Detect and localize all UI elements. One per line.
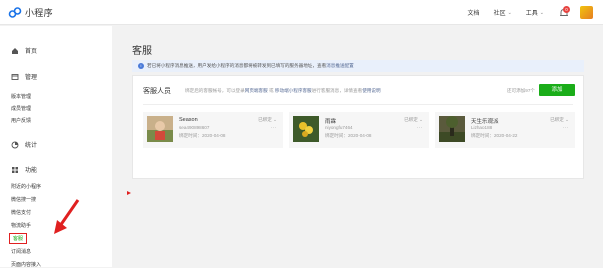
sidebar-item-pay[interactable]: 微信支付 [11, 209, 31, 216]
usage-guide-link[interactable]: 使用说明 [362, 88, 380, 93]
miniprogram-logo-icon [8, 7, 22, 18]
sidebar-group-features[interactable]: 功能 [11, 165, 37, 174]
chevron-down-icon: ⌄ [507, 9, 512, 16]
agent-avatar [293, 116, 319, 142]
tools-menu[interactable]: 工具 ⌄ [525, 8, 544, 18]
panel-description: 绑定后的客服帐号，可以登录网页端客服 或 移动端小程序客服进行客服消息，详情查看… [185, 88, 381, 94]
manage-icon [11, 73, 19, 80]
agent-bind-time: 绑定时间：2020-04-22 [471, 133, 518, 138]
agent-bind-time: 绑定时间：2020-04-08 [325, 133, 372, 138]
agent-name: 天生乐观派 [471, 119, 499, 125]
agent-card: Season sea490898607 绑定时间：2020-04-08 已绑定 … [143, 112, 283, 148]
sidebar-item-search[interactable]: 微信搜一搜 [11, 196, 36, 203]
notice-text: 若已将小程序消息推送，用户发给小程序的消息都将被转发到已填写的服务器地址，查看 [147, 63, 327, 68]
agent-status-dropdown[interactable]: 已绑定 ⌄ [404, 117, 423, 123]
sidebar-group-label: 管理 [25, 75, 38, 81]
message-push-config-link[interactable]: 消息推送配置 [326, 63, 354, 69]
agent-avatar [147, 116, 173, 142]
more-icon[interactable]: ··· [417, 125, 424, 131]
desc-text: 绑定后的客服帐号，可以登录 [185, 88, 245, 93]
page-title: 客服 [132, 46, 152, 57]
sidebar-item-nearby[interactable]: 附近的小程序 [11, 183, 41, 190]
more-icon[interactable]: ··· [563, 125, 570, 131]
tools-label: 工具 [525, 11, 538, 17]
stats-icon [11, 141, 19, 148]
app-title: 小程序 [25, 8, 53, 18]
main-content: 客服 i 若已将小程序消息推送，用户发给小程序的消息都将被转发到已填写的服务器地… [112, 26, 603, 267]
add-agent-button[interactable]: 添加 [539, 84, 575, 96]
agent-avatar [439, 116, 465, 142]
community-label: 社区 [493, 11, 506, 17]
notice-bar: i 若已将小程序消息推送，用户发给小程序的消息都将被转发到已填写的服务器地址，查… [132, 60, 584, 72]
agent-card: 雨霖 niyongfu7464 绑定时间：2020-04-08 已绑定 ⌄ ··… [289, 112, 429, 148]
more-icon[interactable]: ··· [271, 125, 278, 131]
docs-link[interactable]: 文档 [468, 8, 480, 17]
notification-button[interactable]: 0 [558, 5, 570, 19]
account-avatar[interactable] [580, 6, 593, 19]
sidebar: 首页 管理 版本管理 成员管理 用户反馈 统计 功能 附近的小程序 微信搜一搜 … [0, 26, 112, 268]
app-logo[interactable]: 小程序 [8, 6, 53, 19]
mobile-service-link[interactable]: 移动端小程序客服 [275, 88, 312, 93]
sidebar-item-label: 统计 [25, 143, 38, 149]
sidebar-item-stats[interactable]: 统计 [11, 140, 37, 149]
notification-count-badge: 0 [563, 5, 570, 13]
sidebar-item-label: 首页 [25, 49, 38, 55]
agent-bind-time: 绑定时间：2020-04-08 [179, 133, 226, 138]
chevron-down-icon: ⌄ [539, 9, 544, 16]
desc-text: 进行客服消息，详情查看 [311, 88, 363, 93]
sidebar-item-version[interactable]: 版本管理 [11, 93, 31, 100]
top-bar: 小程序 文档 社区 ⌄ 工具 ⌄ 0 [0, 0, 603, 25]
sidebar-group-manage[interactable]: 管理 [11, 72, 37, 81]
sidebar-item-customer-service[interactable]: 客服 [9, 233, 28, 244]
community-menu[interactable]: 社区 ⌄ [493, 8, 512, 18]
panel-title: 客服人员 [143, 88, 171, 95]
divider [143, 104, 573, 105]
sidebar-item-logistics[interactable]: 物流助手 [11, 222, 31, 229]
top-nav: 文档 社区 ⌄ 工具 ⌄ 0 [468, 0, 603, 25]
agent-name: Season [179, 117, 198, 123]
desc-text: 或 [269, 88, 274, 93]
sidebar-item-members[interactable]: 成员管理 [11, 105, 31, 112]
agent-wechat-id: sea490898607 [179, 125, 210, 130]
sidebar-group-label: 功能 [25, 168, 38, 174]
web-service-link[interactable]: 网页端客服 [245, 88, 268, 93]
agents-panel: 客服人员 绑定后的客服帐号，可以登录网页端客服 或 移动端小程序客服进行客服消息… [132, 75, 584, 179]
sidebar-item-home[interactable]: 首页 [11, 46, 37, 55]
agent-card: 天生乐观派 Lizhao188 绑定时间：2020-04-22 已绑定 ⌄ ··… [435, 112, 575, 148]
sidebar-item-subscribe[interactable]: 订阅消息 [11, 248, 31, 255]
agent-wechat-id: niyongfu7464 [325, 125, 353, 130]
annotation-marker [127, 191, 131, 195]
sidebar-item-feedback[interactable]: 用户反馈 [11, 117, 31, 124]
agent-name: 雨霖 [325, 119, 337, 125]
quota-text: 还可添加97个 [506, 88, 535, 93]
grid-icon [12, 166, 18, 173]
agent-status-dropdown[interactable]: 已绑定 ⌄ [258, 117, 277, 123]
home-icon [12, 47, 18, 54]
agent-status-dropdown[interactable]: 已绑定 ⌄ [550, 117, 569, 123]
info-icon: i [138, 63, 144, 69]
agent-wechat-id: Lizhao188 [471, 125, 493, 130]
